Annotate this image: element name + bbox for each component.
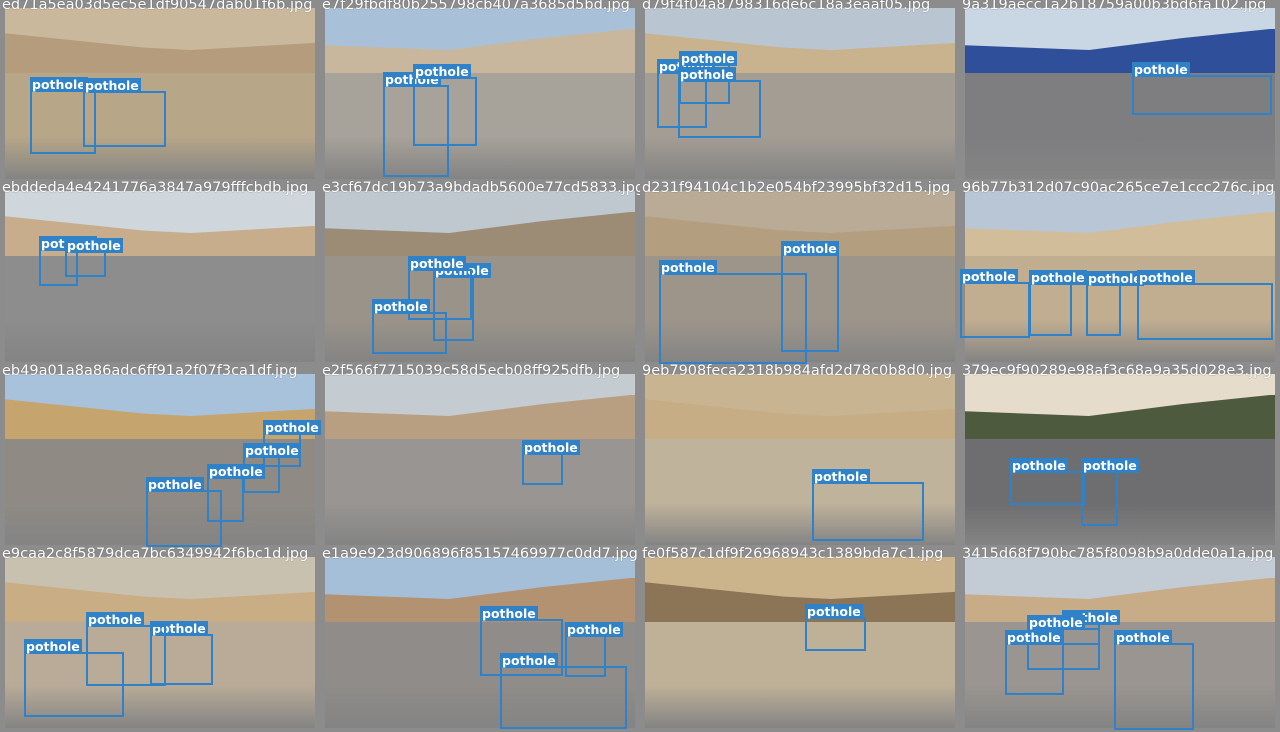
image-tile: e7f29fbdf80b255798cb407a3685d5bd.jpg poth… <box>320 0 640 183</box>
pothole-bounding-box: pothole <box>65 238 123 277</box>
image-tile: e2f566f7715039c58d5ecb08ff925dfb.jpg poth… <box>320 363 640 549</box>
image-filename: 379ec9f90289e98af3c68a9a35d028e3.jpg <box>962 363 1272 379</box>
detection-label: pothole <box>565 622 623 637</box>
detection-label: pothole <box>86 612 144 627</box>
image-filename: 3415d68f790bc785f8098b9a0dde0a1a.jpg <box>962 546 1274 562</box>
detection-label: pothole <box>408 256 466 271</box>
pothole-bounding-box: pothole <box>24 639 124 717</box>
street-photo <box>645 557 955 728</box>
image-filename: 9a319aecc1a2b18759a00b3bd6fa102.jpg <box>962 0 1267 13</box>
image-tile: 9eb7908feca2318b984afd2d78c0b8d0.jpg poth… <box>640 363 960 549</box>
image-filename: fe0f587c1df9f26968943c1389bda7c1.jpg <box>642 546 944 562</box>
detection-label: pothole <box>1114 630 1172 645</box>
image-tile: 3415d68f790bc785f8098b9a0dde0a1a.jpg poth… <box>960 546 1280 732</box>
image-filename: ed71a5ea03d5ec5e1df90547dab01f6b.jpg <box>2 0 313 13</box>
detection-label: pothole <box>1086 271 1144 286</box>
road-surface <box>645 621 955 728</box>
image-filename: ebddeda4e4241776a3847a979fffcbdb.jpg <box>2 180 309 196</box>
image-filename: d231f94104c1b2e054bf23995bf32d15.jpg <box>642 180 951 196</box>
image-filename: 9eb7908feca2318b984afd2d78c0b8d0.jpg <box>642 363 953 379</box>
image-filename: e9caa2c8f5879dca7bc6349942f6bc1d.jpg <box>2 546 309 562</box>
pothole-bounding-box: pothole <box>1005 630 1064 695</box>
image-tile: fe0f587c1df9f26968943c1389bda7c1.jpg poth… <box>640 546 960 732</box>
image-filename: eb49a01a8a86adc6ff91a2f07f3ca1df.jpg <box>2 363 298 379</box>
pothole-bounding-box: pothole <box>146 477 222 547</box>
pothole-bounding-box: pothole <box>500 653 627 729</box>
pothole-bounding-box: pothole <box>1137 270 1273 340</box>
detection-label: pothole <box>65 238 123 253</box>
street-photo <box>325 374 635 545</box>
pothole-bounding-box: pothole <box>1010 458 1085 505</box>
image-filename: e7f29fbdf80b255798cb407a3685d5bd.jpg <box>322 0 630 13</box>
image-tile: d231f94104c1b2e054bf23995bf32d15.jpg poth… <box>640 180 960 366</box>
detection-label: pothole <box>500 653 558 668</box>
pothole-bounding-box: pothole <box>1086 271 1144 336</box>
detection-label: pothole <box>1005 630 1063 645</box>
detection-label: pothole <box>1132 62 1190 77</box>
detection-label: pothole <box>522 440 580 455</box>
detection-label: pothole <box>960 269 1018 284</box>
detection-label: pothole <box>781 241 839 256</box>
detection-label: pothole <box>1081 458 1139 473</box>
pothole-bounding-box: pothole <box>678 67 761 138</box>
image-filename: 96b77b312d07c90ac265ce7e1ccc276c.jpg <box>962 180 1275 196</box>
image-tile: eb49a01a8a86adc6ff91a2f07f3ca1df.jpg poth… <box>0 363 321 549</box>
pothole-bounding-box: pothole <box>812 469 924 541</box>
pothole-bounding-box: pothole <box>372 299 447 354</box>
detection-label: pothole <box>413 64 471 79</box>
detection-mosaic: ed71a5ea03d5ec5e1df90547dab01f6b.jpg poth… <box>0 0 1280 732</box>
detection-label: pothole <box>812 469 870 484</box>
pothole-bounding-box: pothole <box>413 64 477 146</box>
detection-label: pothole <box>659 260 717 275</box>
image-tile: 379ec9f90289e98af3c68a9a35d028e3.jpg poth… <box>960 363 1280 549</box>
pothole-bounding-box: pothole <box>1081 458 1139 526</box>
pothole-bounding-box: pothole <box>1132 62 1272 115</box>
detection-label: pothole <box>679 51 737 66</box>
pothole-bounding-box: pothole <box>83 78 166 147</box>
image-tile: ebddeda4e4241776a3847a979fffcbdb.jpg poth… <box>0 180 320 366</box>
detection-label: pothole <box>30 77 88 92</box>
detection-label: pothole <box>243 443 301 458</box>
pothole-bounding-box: pothole <box>781 241 839 352</box>
image-filename: e2f566f7715039c58d5ecb08ff925dfb.jpg <box>322 363 621 379</box>
detection-label: pothole <box>678 67 736 82</box>
image-filename: e1a9e923d906896f85157469977c0dd7.jpg <box>322 546 638 562</box>
image-tile: e3cf67dc19b73a9bdadb5600e77cd5833.jpg pot… <box>320 180 640 366</box>
detection-label: pothole <box>480 606 538 621</box>
detection-label: pothole <box>1010 458 1068 473</box>
detection-label: pothole <box>372 299 430 314</box>
detection-label: pothole <box>146 477 204 492</box>
image-tile: e9caa2c8f5879dca7bc6349942f6bc1d.jpg poth… <box>0 546 320 732</box>
image-filename: e3cf67dc19b73a9bdadb5600e77cd5833.jpg <box>322 180 640 196</box>
detection-label: pothole <box>207 464 265 479</box>
pothole-bounding-box: pothole <box>805 604 866 651</box>
pothole-bounding-box: pothole <box>1029 270 1087 336</box>
image-filename: d79f4f04a8798316de6c18a3eaaf05.jpg <box>642 0 931 13</box>
image-tile: ed71a5ea03d5ec5e1df90547dab01f6b.jpg poth… <box>0 0 320 183</box>
detection-label: pothole <box>263 420 321 435</box>
road-surface <box>325 438 635 545</box>
image-tile: 96b77b312d07c90ac265ce7e1ccc276c.jpg poth… <box>960 180 1280 366</box>
detection-label: pothole <box>1029 270 1087 285</box>
road-surface <box>325 72 635 179</box>
detection-label: pothole <box>1137 270 1195 285</box>
pothole-bounding-box: pothole <box>960 269 1030 338</box>
pothole-bounding-box: pothole <box>1114 630 1194 730</box>
image-tile: d79f4f04a8798316de6c18a3eaaf05.jpg pothol… <box>640 0 960 183</box>
detection-label: pothole <box>805 604 863 619</box>
image-tile: 9a319aecc1a2b18759a00b3bd6fa102.jpg potho… <box>960 0 1280 183</box>
street-photo <box>325 8 635 179</box>
pothole-bounding-box: pothole <box>522 440 580 485</box>
detection-label: pothole <box>83 78 141 93</box>
image-tile: e1a9e923d906896f85157469977c0dd7.jpg poth… <box>320 546 640 732</box>
detection-label: pothole <box>24 639 82 654</box>
detection-label: pothole <box>1027 615 1085 630</box>
